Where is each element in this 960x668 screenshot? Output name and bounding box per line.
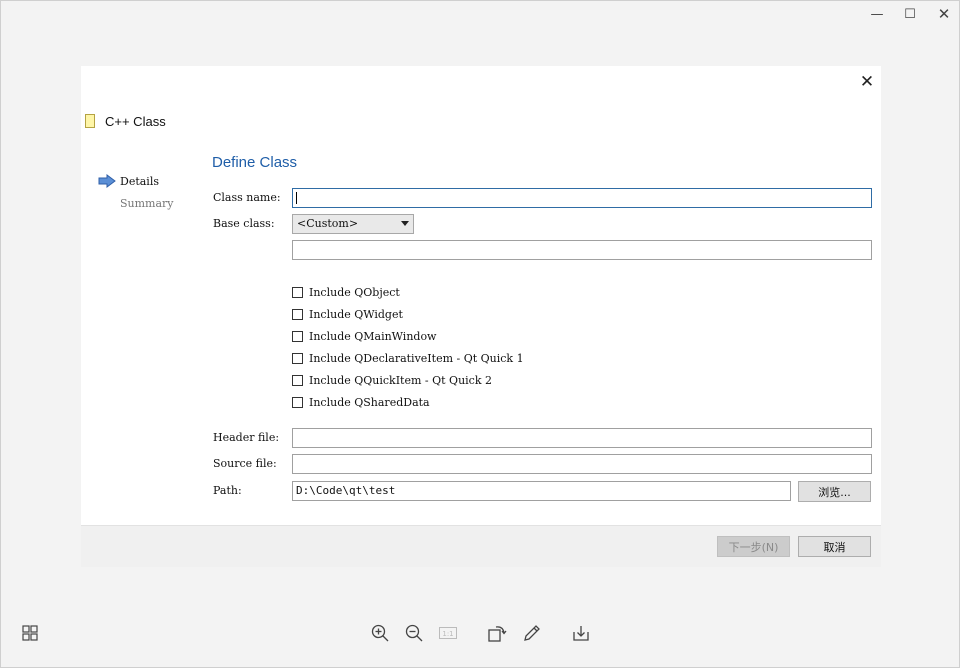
rotate-icon[interactable] bbox=[486, 622, 508, 644]
cancel-button[interactable]: 取消 bbox=[798, 536, 871, 557]
browse-button[interactable]: 浏览... bbox=[798, 481, 871, 502]
base-class-select[interactable]: <Custom> bbox=[292, 214, 414, 234]
source-file-input[interactable] bbox=[292, 454, 872, 474]
checkbox-label: Include QQuickItem - Qt Quick 2 bbox=[309, 373, 492, 387]
checkbox-box[interactable] bbox=[292, 286, 303, 298]
checkbox-label: Include QWidget bbox=[309, 307, 403, 321]
actual-size-icon: 1:1 bbox=[437, 622, 459, 644]
maximize-button[interactable]: ☐ bbox=[900, 5, 920, 23]
class-file-icon bbox=[85, 114, 95, 128]
grid-view-icon[interactable] bbox=[19, 622, 41, 644]
include-qwidget-checkbox[interactable]: Include QWidget bbox=[292, 306, 403, 322]
header-file-input[interactable] bbox=[292, 428, 872, 448]
checkbox-label: Include QSharedData bbox=[309, 395, 430, 409]
include-qdeclarativeitem-checkbox[interactable]: Include QDeclarativeItem - Qt Quick 1 bbox=[292, 350, 524, 366]
base-class-selected-value: <Custom> bbox=[297, 217, 359, 230]
checkbox-box[interactable] bbox=[292, 396, 303, 408]
source-file-label: Source file: bbox=[213, 457, 277, 470]
path-input[interactable]: D:\Code\qt\test bbox=[292, 481, 791, 501]
include-qquickitem-checkbox[interactable]: Include QQuickItem - Qt Quick 2 bbox=[292, 372, 492, 388]
class-name-input[interactable] bbox=[292, 188, 872, 208]
dialog-title-row: C++ Class bbox=[85, 112, 166, 130]
include-qmainwindow-checkbox[interactable]: Include QMainWindow bbox=[292, 328, 436, 344]
dropdown-arrow-icon bbox=[401, 221, 409, 226]
zoom-out-icon[interactable] bbox=[403, 622, 425, 644]
minimize-button[interactable]: — bbox=[867, 5, 887, 23]
checkbox-label: Include QDeclarativeItem - Qt Quick 1 bbox=[309, 351, 524, 365]
download-icon[interactable] bbox=[570, 622, 592, 644]
current-step-arrow-icon bbox=[98, 174, 116, 188]
dialog-title: C++ Class bbox=[105, 113, 166, 129]
wizard-steps: Details Summary bbox=[98, 170, 174, 214]
new-class-dialog: ✕ C++ Class Details Summary Define Class… bbox=[81, 66, 881, 567]
checkbox-box[interactable] bbox=[292, 374, 303, 386]
header-file-label: Header file: bbox=[213, 431, 280, 444]
step-details-label: Details bbox=[120, 174, 159, 188]
step-details: Details bbox=[98, 170, 174, 192]
checkbox-box[interactable] bbox=[292, 308, 303, 320]
checkbox-box[interactable] bbox=[292, 352, 303, 364]
base-class-label: Base class: bbox=[213, 217, 275, 230]
text-caret bbox=[296, 192, 297, 204]
zoom-in-icon[interactable] bbox=[369, 622, 391, 644]
dialog-close-button[interactable]: ✕ bbox=[857, 72, 877, 92]
include-qobject-checkbox[interactable]: Include QObject bbox=[292, 284, 400, 300]
step-summary-label: Summary bbox=[120, 196, 174, 210]
dialog-footer: 下一步(N) 取消 bbox=[81, 525, 881, 567]
window-close-button[interactable]: ✕ bbox=[934, 5, 954, 23]
custom-base-class-input[interactable] bbox=[292, 240, 872, 260]
edit-icon[interactable] bbox=[521, 622, 543, 644]
include-qshareddata-checkbox[interactable]: Include QSharedData bbox=[292, 394, 430, 410]
checkbox-label: Include QObject bbox=[309, 285, 400, 299]
next-button[interactable]: 下一步(N) bbox=[717, 536, 790, 557]
class-name-label: Class name: bbox=[213, 191, 281, 204]
page-title: Define Class bbox=[212, 154, 298, 171]
checkbox-box[interactable] bbox=[292, 330, 303, 342]
checkbox-label: Include QMainWindow bbox=[309, 329, 437, 343]
actual-size-label: 1:1 bbox=[442, 630, 453, 638]
path-label: Path: bbox=[213, 484, 242, 497]
step-summary: Summary bbox=[98, 192, 174, 214]
